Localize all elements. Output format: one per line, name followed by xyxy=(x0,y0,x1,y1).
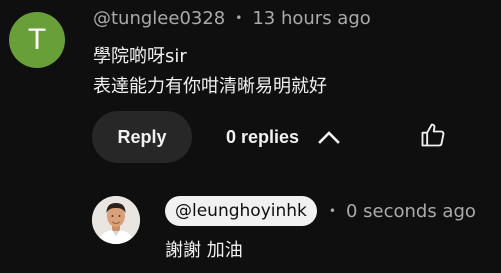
reply-header: @leunghoyinhk • 0 seconds ago xyxy=(165,195,476,227)
reply-header-separator: • xyxy=(328,204,336,218)
avatar-letter: T xyxy=(27,23,47,56)
reply-button-label: Reply xyxy=(117,126,167,147)
header-separator: • xyxy=(235,11,243,25)
replies-count: 0 replies xyxy=(226,126,300,147)
comment-text-line-1: 學院啲呀sir xyxy=(93,46,187,67)
reply-author-avatar[interactable] xyxy=(92,196,140,244)
commenter-avatar[interactable]: T xyxy=(9,12,65,68)
reply-text: 謝謝 加油 xyxy=(165,240,243,261)
comment-thread: T @tunglee0328 • 13 hours ago 學院啲呀sir 表達… xyxy=(0,0,501,273)
thumbs-up-icon xyxy=(419,121,447,153)
comment-text-line-2: 表達能力有你咁清晰易明就好 xyxy=(93,76,327,97)
replies-toggle[interactable]: 0 replies xyxy=(226,114,341,160)
reply-author-mention[interactable]: @leunghoyinhk xyxy=(165,196,317,226)
comment-timestamp[interactable]: 13 hours ago xyxy=(252,8,370,29)
comment-author[interactable]: @tunglee0328 xyxy=(93,8,225,29)
reply-button[interactable]: Reply xyxy=(92,111,192,163)
like-button[interactable] xyxy=(414,118,452,156)
reply-timestamp[interactable]: 0 seconds ago xyxy=(346,201,476,222)
chevron-up-icon xyxy=(317,125,341,149)
comment-header: @tunglee0328 • 13 hours ago xyxy=(93,5,371,31)
user-photo-avatar xyxy=(92,196,140,244)
